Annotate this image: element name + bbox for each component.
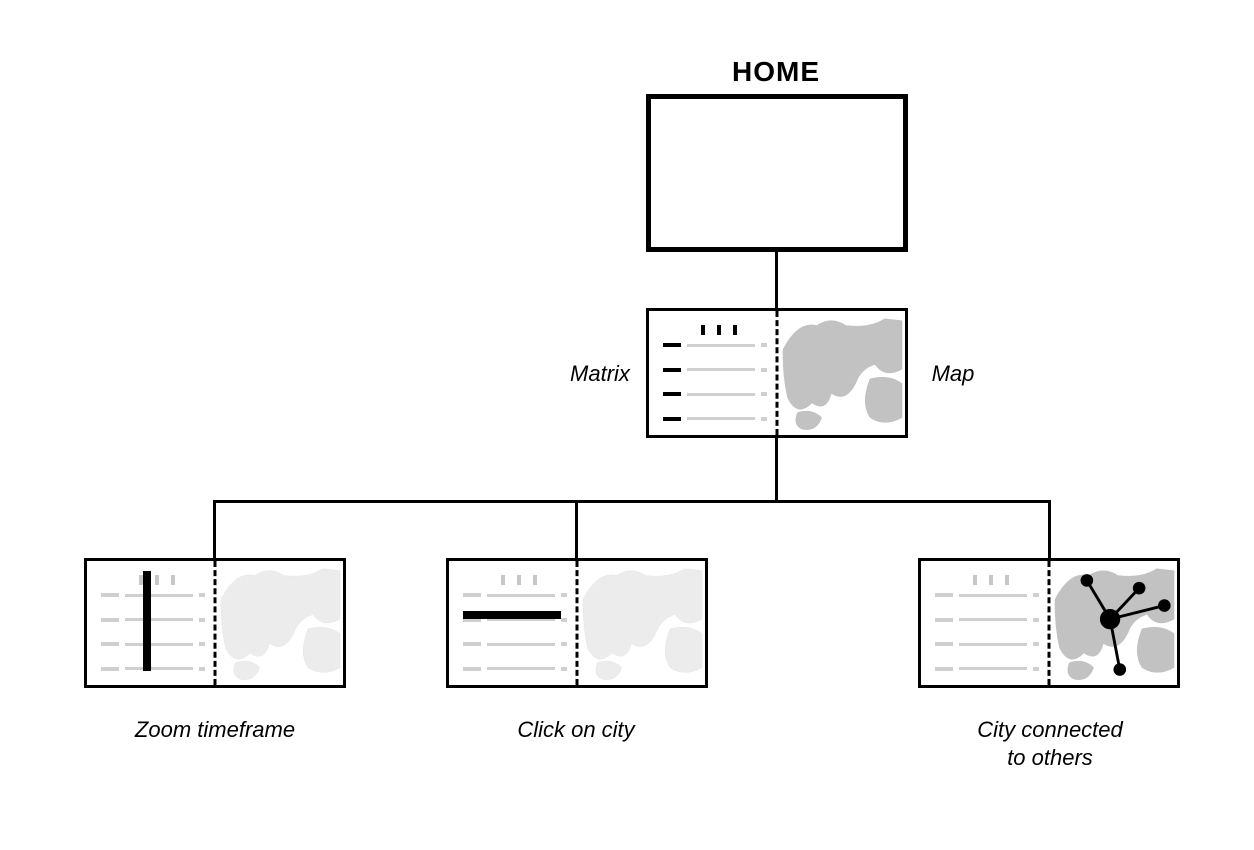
node-city-connected bbox=[918, 558, 1180, 688]
matrix-icon bbox=[101, 575, 205, 671]
matrix-icon bbox=[935, 575, 1039, 671]
label-matrix: Matrix bbox=[560, 360, 640, 388]
connected-map-half bbox=[1049, 561, 1177, 685]
label-connected: City connected to others bbox=[950, 716, 1150, 771]
diagram-stage: HOME bbox=[0, 0, 1254, 850]
matrix-icon bbox=[663, 325, 767, 421]
split-divider-icon bbox=[576, 561, 579, 685]
map-network-icon bbox=[1049, 561, 1177, 685]
zoom-map-half bbox=[215, 561, 343, 685]
connector-v-left bbox=[213, 500, 216, 558]
connector-v-center bbox=[575, 500, 578, 558]
split-divider-icon bbox=[214, 561, 217, 685]
split-divider-icon bbox=[776, 311, 779, 435]
connector-v-right bbox=[1048, 500, 1051, 558]
label-map: Map bbox=[918, 360, 988, 388]
connector-h-branch bbox=[213, 500, 1051, 503]
matrix-icon bbox=[463, 575, 567, 671]
click-map-half bbox=[577, 561, 705, 685]
connector-v-top bbox=[775, 252, 778, 308]
map-half bbox=[777, 311, 905, 435]
map-faded-icon bbox=[215, 561, 343, 685]
node-click-city bbox=[446, 558, 708, 688]
map-icon bbox=[777, 311, 905, 435]
split-divider-icon bbox=[1048, 561, 1051, 685]
title-home: HOME bbox=[646, 56, 906, 88]
selected-row-icon bbox=[463, 611, 561, 619]
map-faded-icon bbox=[577, 561, 705, 685]
label-click-city: Click on city bbox=[486, 716, 666, 744]
label-zoom: Zoom timeframe bbox=[110, 716, 320, 744]
connected-matrix-half bbox=[921, 561, 1049, 685]
node-matrix-map bbox=[646, 308, 908, 438]
matrix-half bbox=[649, 311, 777, 435]
connector-v-mid bbox=[775, 438, 778, 500]
node-home bbox=[646, 94, 908, 252]
zoom-cursor-icon bbox=[143, 571, 151, 671]
node-zoom-timeframe bbox=[84, 558, 346, 688]
zoom-matrix-half bbox=[87, 561, 215, 685]
click-matrix-half bbox=[449, 561, 577, 685]
